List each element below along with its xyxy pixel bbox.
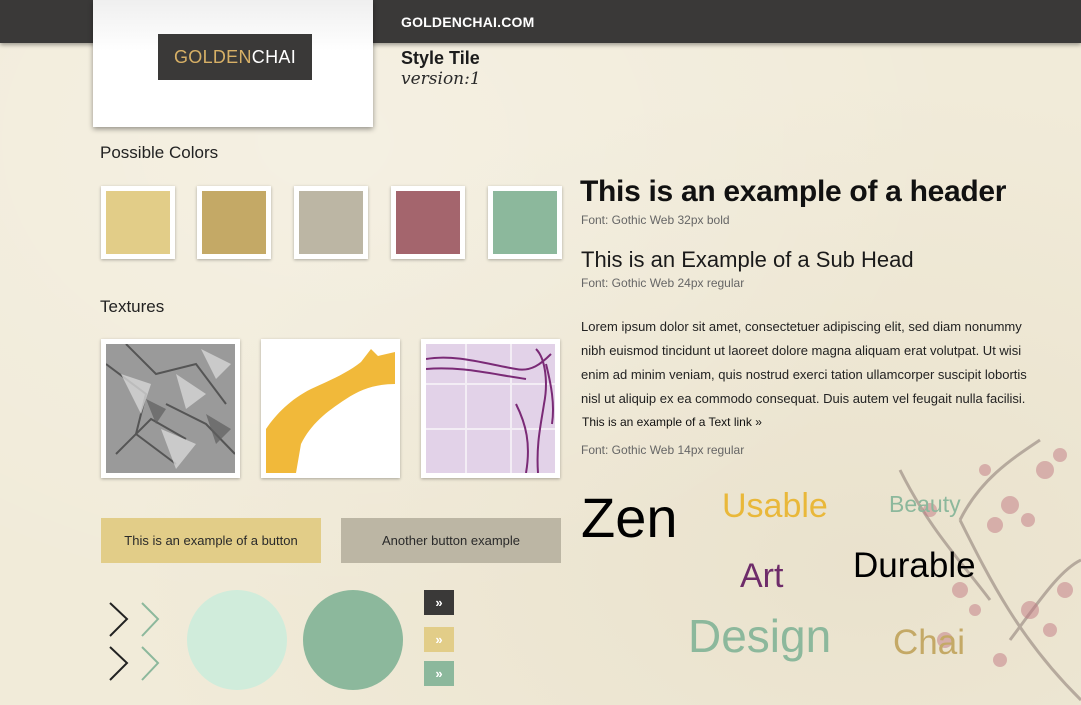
- yellow-brush-stroke-texture: [266, 344, 395, 473]
- word-durable: Durable: [853, 546, 976, 585]
- texture-gray: [101, 339, 240, 478]
- chevron-right-icon-green: [141, 602, 160, 637]
- swatch-chip: [299, 191, 363, 254]
- logo[interactable]: GOLDEN CHAI: [158, 34, 312, 80]
- color-swatch: [197, 186, 271, 259]
- word-chai: Chai: [893, 623, 965, 662]
- text-link-example[interactable]: This is an example of a Text link »: [582, 415, 762, 429]
- arrow-button-dark[interactable]: »: [424, 590, 454, 615]
- textures-heading: Textures: [100, 297, 165, 316]
- chevron-right-icon-dark: [109, 602, 129, 637]
- circle-light-mint: [187, 590, 287, 690]
- color-swatch: [101, 186, 175, 259]
- chevron-right-icon-dark: [109, 646, 129, 681]
- circle-sage-green: [303, 590, 403, 690]
- body-font-note: Font: Gothic Web 14px regular: [581, 443, 745, 457]
- style-tile-version: version:1: [401, 69, 481, 89]
- color-swatch: [391, 186, 465, 259]
- word-usable: Usable: [722, 487, 828, 525]
- word-beauty: Beauty: [889, 491, 961, 517]
- word-design: Design: [688, 610, 832, 662]
- header-example: This is an example of a header: [580, 175, 1007, 208]
- primary-button[interactable]: This is an example of a button: [101, 518, 321, 563]
- style-tile-title: Style Tile: [401, 48, 480, 68]
- subhead-font-note: Font: Gothic Web 24px regular: [581, 276, 745, 290]
- purple-sketch-texture: [426, 344, 555, 473]
- word-zen: Zen: [581, 486, 678, 549]
- color-swatch: [488, 186, 562, 259]
- logo-text-golden: GOLDEN: [173, 46, 252, 67]
- swatch-chip: [396, 191, 460, 254]
- logo-card: GOLDEN CHAI: [93, 0, 373, 127]
- word-art: Art: [740, 557, 784, 595]
- chevron-right-icon-green: [141, 646, 160, 681]
- site-name[interactable]: GOLDENCHAI.COM: [401, 14, 534, 30]
- body-text-example: Lorem ipsum dolor sit amet, consectetuer…: [581, 319, 1027, 406]
- subhead-example: This is an Example of a Sub Head: [581, 247, 914, 272]
- header-font-note: Font: Gothic Web 32px bold: [581, 213, 730, 227]
- logo-text-chai: CHAI: [251, 46, 297, 67]
- gray-crumpled-texture: [106, 344, 235, 473]
- arrow-button-green[interactable]: »: [424, 661, 454, 686]
- texture-purple: [421, 339, 560, 478]
- arrow-button-gold[interactable]: »: [424, 627, 454, 652]
- colors-heading: Possible Colors: [100, 143, 219, 162]
- swatch-chip: [106, 191, 170, 254]
- swatch-chip: [202, 191, 266, 254]
- texture-yellow: [261, 339, 400, 478]
- secondary-button[interactable]: Another button example: [341, 518, 561, 563]
- chevron-icons: [109, 602, 160, 681]
- color-swatch: [294, 186, 368, 259]
- swatch-chip: [493, 191, 557, 254]
